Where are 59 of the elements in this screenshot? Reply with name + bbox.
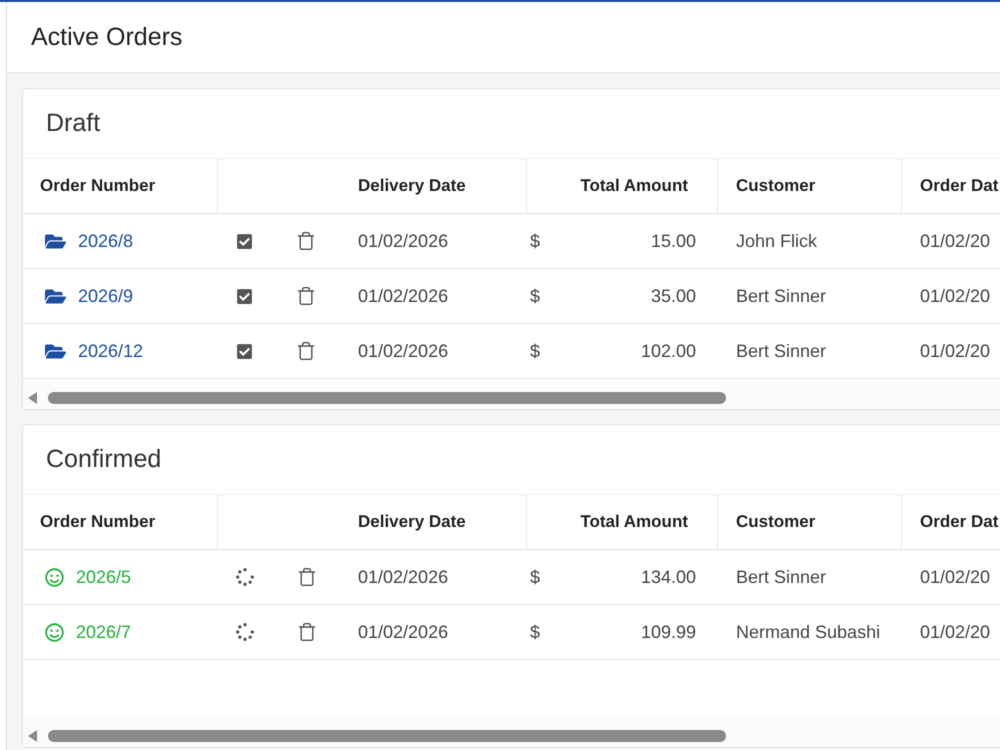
horizontal-scrollbar[interactable] [23, 379, 1000, 409]
order-number-link[interactable]: 2026/8 [78, 230, 134, 252]
column-header[interactable]: Delivery Date [358, 512, 466, 532]
column-header[interactable]: Order Number [40, 176, 156, 196]
order-date-cell: 01/02/20 [920, 622, 990, 642]
spinner-icon [236, 568, 254, 586]
smiley-icon [45, 568, 64, 586]
column-header[interactable]: Delivery Date [358, 176, 466, 196]
column-header[interactable]: Order Number [40, 512, 156, 532]
order-date-cell: 01/02/20 [920, 340, 990, 362]
order-date-cell: 01/02/20 [920, 230, 990, 252]
amount-cell: 35.00 [650, 286, 696, 306]
currency-symbol: $ [530, 622, 540, 642]
customer-cell: Bert Sinner [736, 566, 826, 588]
trash-icon[interactable] [296, 231, 316, 251]
trash-icon[interactable] [296, 286, 316, 306]
trash-icon[interactable] [297, 622, 317, 642]
amount-cell: 102.00 [640, 340, 696, 362]
delivery-date-cell: 01/02/2026 [358, 622, 448, 642]
order-number-link[interactable]: 2026/9 [78, 286, 134, 306]
checkbox[interactable] [236, 288, 253, 304]
delivery-date-cell: 01/02/2026 [358, 566, 448, 588]
currency-symbol: $ [530, 566, 540, 588]
order-date-cell: 01/02/20 [920, 286, 990, 306]
trash-icon[interactable] [297, 567, 317, 587]
column-header[interactable]: Order Dat [920, 512, 998, 532]
checkbox[interactable] [236, 232, 253, 250]
scroll-left-icon[interactable] [28, 392, 37, 404]
currency-symbol: $ [530, 230, 540, 252]
amount-cell: 15.00 [650, 230, 696, 252]
order-date-cell: 01/02/20 [920, 566, 990, 588]
currency-symbol: $ [530, 286, 540, 306]
page-title: Active Orders [31, 22, 182, 52]
scrollbar-thumb[interactable] [48, 730, 726, 742]
column-header[interactable]: Customer [736, 512, 816, 532]
column-header[interactable]: Order Dat [920, 176, 998, 196]
customer-cell: Nermand Subashi [736, 622, 880, 642]
smiley-icon [45, 622, 64, 642]
scrollbar-thumb[interactable] [48, 392, 726, 404]
column-header[interactable]: Customer [736, 176, 816, 196]
amount-cell: 109.99 [640, 622, 696, 642]
checkbox[interactable] [236, 342, 253, 360]
amount-cell: 134.00 [640, 566, 696, 588]
delivery-date-cell: 01/02/2026 [358, 286, 448, 306]
customer-cell: John Flick [736, 230, 818, 252]
section-title: Confirmed [46, 445, 162, 474]
horizontal-scrollbar[interactable] [23, 717, 1000, 747]
scroll-left-icon[interactable] [28, 730, 37, 742]
section-title: Draft [46, 109, 100, 138]
delivery-date-cell: 01/02/2026 [358, 230, 448, 252]
spinner-icon [236, 623, 254, 641]
column-header[interactable]: Total Amount [580, 176, 688, 196]
currency-symbol: $ [530, 340, 540, 362]
delivery-date-cell: 01/02/2026 [358, 340, 448, 362]
customer-cell: Bert Sinner [736, 340, 826, 362]
customer-cell: Bert Sinner [736, 286, 826, 306]
trash-icon[interactable] [296, 341, 316, 361]
order-number-link[interactable]: 2026/12 [78, 340, 144, 362]
column-header[interactable]: Total Amount [580, 512, 688, 532]
